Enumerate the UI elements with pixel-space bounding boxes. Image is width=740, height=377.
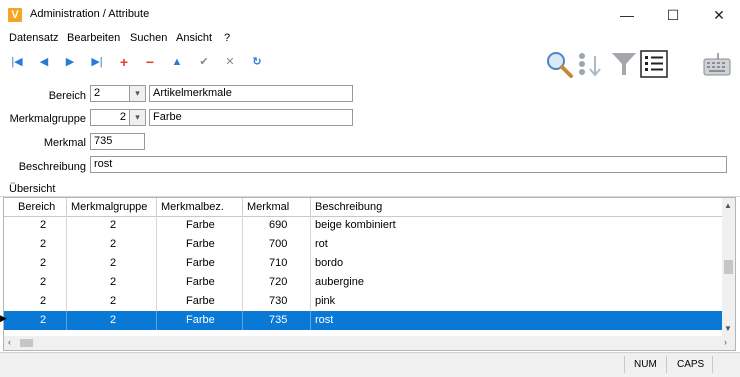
cell-bez: Farbe [186,238,215,250]
col-beschreibung[interactable]: Beschreibung [315,201,382,213]
last-record-icon[interactable]: ▶| [90,55,104,69]
cell-gruppe: 2 [110,257,117,269]
cell-bereich: 2 [40,238,47,250]
num-lock-indicator: NUM [634,359,657,370]
menu-ansicht[interactable]: Ansicht [176,32,212,44]
bereich-dropdown-icon[interactable]: ▾ [129,85,146,102]
vertical-scrollbar[interactable]: ▲ ▼ [722,198,735,336]
overview-label: Übersicht [9,183,56,195]
cell-gruppe: 2 [110,276,117,288]
table-row-selected[interactable]: 2 2 Farbe 735 rost [4,311,724,330]
add-record-icon[interactable]: + [117,55,131,69]
merkmal-field[interactable]: 735 [90,133,145,150]
up-icon[interactable]: ▲ [170,55,184,69]
scroll-thumb[interactable] [724,260,733,274]
menu-datensatz[interactable]: Datensatz [9,32,59,44]
cell-gruppe: 2 [110,219,117,231]
sort-icon[interactable] [577,50,607,78]
first-record-icon[interactable]: |◀ [10,55,24,69]
overview-table[interactable]: Bereich Merkmalgruppe Merkmalbez. Merkma… [3,197,736,351]
cell-merkmal: 735 [269,314,288,326]
beschreibung-label: Beschreibung [18,161,86,173]
cell-bez: Farbe [186,257,215,269]
cell-beschreibung: beige kombiniert [315,219,396,231]
list-view-icon[interactable] [640,50,668,78]
filter-icon[interactable] [610,50,638,78]
cell-bereich: 2 [40,276,47,288]
scroll-right-icon[interactable]: › [724,337,727,347]
cell-bereich: 2 [40,219,47,231]
cell-bez: Farbe [186,295,215,307]
cell-bereich: 2 [40,295,47,307]
table-row[interactable]: 2 2 Farbe 710 bordo [4,254,724,273]
previous-record-icon[interactable]: ◀ [37,55,51,69]
col-merkmalgruppe[interactable]: Merkmalgruppe [71,201,147,213]
bereich-field[interactable]: 2 [90,85,130,102]
table-row[interactable]: 2 2 Farbe 720 aubergine [4,273,724,292]
bereich-text-field[interactable]: Artikelmerkmale [149,85,353,102]
merkmal-label: Merkmal [43,137,86,149]
refresh-icon[interactable]: ↻ [250,55,264,69]
cell-bereich: 2 [40,314,47,326]
scroll-up-icon[interactable]: ▲ [724,201,732,210]
table-row[interactable]: 2 2 Farbe 690 beige kombiniert [4,216,724,235]
col-bereich[interactable]: Bereich [18,201,55,213]
minimize-button[interactable]: — [604,0,650,30]
app-icon: V [8,8,22,22]
merkmalgruppe-label: Merkmalgruppe [9,113,86,125]
confirm-icon[interactable]: ✔ [197,55,211,69]
toolbar: |◀ ◀ ▶ ▶| + − ▲ ✔ ✕ ↻ [0,47,740,79]
cell-bez: Farbe [186,219,215,231]
menu-bar: Datensatz Bearbeiten Suchen Ansicht ? [0,30,740,47]
table-header: Bereich Merkmalgruppe Merkmalbez. Merkma… [4,198,724,217]
title-bar: V Administration / Attribute — ☐ ✕ [0,0,740,30]
cell-merkmal: 730 [269,295,288,307]
cell-gruppe: 2 [110,295,117,307]
cell-beschreibung: bordo [315,257,344,269]
hscroll-thumb[interactable] [20,339,33,347]
cell-merkmal: 700 [269,238,288,250]
col-merkmalbez[interactable]: Merkmalbez. [161,201,224,213]
bereich-label: Bereich [48,90,86,102]
cell-beschreibung: rost [315,314,334,326]
close-button[interactable]: ✕ [696,0,740,30]
cell-bez: Farbe [186,276,215,288]
col-merkmal[interactable]: Merkmal [247,201,289,213]
cell-bez: Farbe [186,314,215,326]
next-record-icon[interactable]: ▶ [63,55,77,69]
cell-bereich: 2 [40,257,47,269]
horizontal-scrollbar[interactable]: ‹ › [4,336,735,350]
search-icon[interactable] [545,50,575,78]
cell-gruppe: 2 [110,314,117,326]
menu-suchen[interactable]: Suchen [130,32,167,44]
cell-beschreibung: rot [315,238,328,250]
table-row[interactable]: 2 2 Farbe 730 pink [4,292,724,311]
merkmalgruppe-dropdown-icon[interactable]: ▾ [129,109,146,126]
scroll-left-icon[interactable]: ‹ [8,337,11,347]
window-title: Administration / Attribute [30,8,150,20]
cell-merkmal: 710 [269,257,288,269]
maximize-button[interactable]: ☐ [650,0,696,30]
scroll-down-icon[interactable]: ▼ [724,324,732,333]
cell-merkmal: 690 [269,219,288,231]
caps-lock-indicator: CAPS [677,359,705,370]
keyboard-icon[interactable] [702,53,732,77]
menu-bearbeiten[interactable]: Bearbeiten [67,32,120,44]
menu-help[interactable]: ? [224,32,230,44]
beschreibung-field[interactable]: rost [90,156,727,173]
cell-beschreibung: aubergine [315,276,364,288]
current-row-indicator-icon: ▶ [0,313,7,323]
cell-merkmal: 720 [269,276,288,288]
delete-record-icon[interactable]: − [143,55,157,69]
merkmalgruppe-field[interactable]: 2 [90,109,130,126]
cancel-icon[interactable]: ✕ [223,55,237,69]
status-bar: NUM CAPS [0,352,740,377]
table-row[interactable]: 2 2 Farbe 700 rot [4,235,724,254]
cell-gruppe: 2 [110,238,117,250]
merkmalgruppe-text-field[interactable]: Farbe [149,109,353,126]
cell-beschreibung: pink [315,295,336,307]
